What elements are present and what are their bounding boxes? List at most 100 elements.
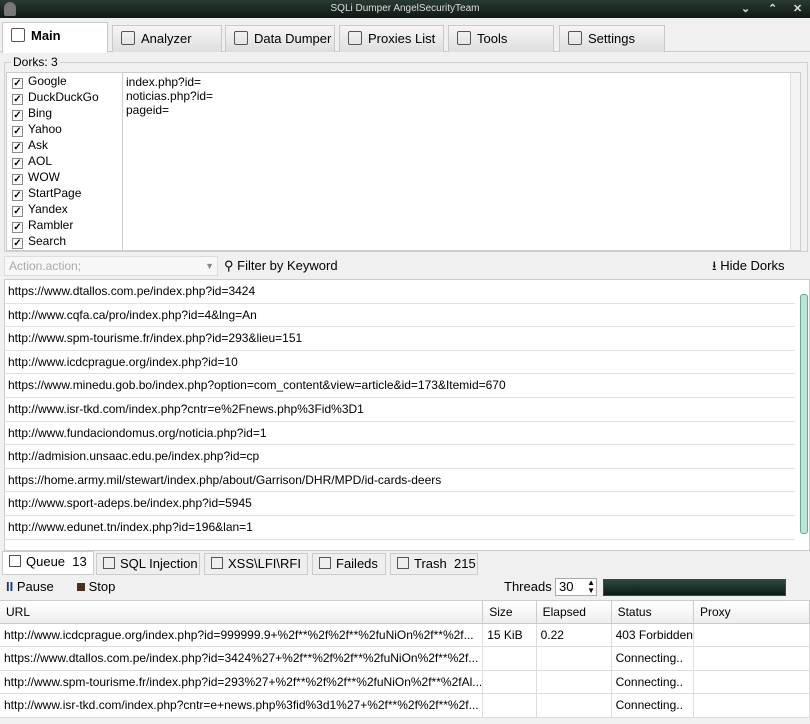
stop-button[interactable]: Stop — [77, 579, 115, 594]
threads-stepper[interactable]: 30 ▲ ▼ — [555, 578, 597, 596]
table-cell — [693, 623, 810, 647]
table-cell — [693, 646, 810, 671]
table-row[interactable]: http://www.icdcprague.org/index.php?id=9… — [0, 623, 810, 647]
tools-icon — [457, 31, 471, 45]
engine-checkbox-startpage[interactable]: ✓ StartPage — [7, 185, 122, 201]
url-list-item[interactable]: http://www.sport-adeps.be/index.php?id=5… — [5, 492, 795, 516]
tab-queue[interactable]: Queue 13 — [2, 551, 94, 575]
checkmark-icon: ✓ — [12, 190, 23, 201]
url-list: https://www.dtallos.com.pe/index.php?id=… — [4, 279, 810, 551]
table-cell: 15 KiB — [482, 623, 537, 647]
hide-dorks-button[interactable]: ⭳ Hide Dorks — [712, 257, 784, 275]
close-icon[interactable]: ✕ — [793, 0, 802, 18]
maximize-icon[interactable]: ⌃ — [768, 0, 777, 18]
table-cell: https://www.dtallos.com.pe/index.php?id=… — [0, 646, 484, 671]
table-cell — [693, 693, 810, 718]
checkmark-icon: ✓ — [12, 238, 23, 249]
threads-label: Threads — [504, 579, 552, 594]
database-icon — [234, 31, 248, 45]
url-list-item[interactable]: https://www.minedu.gob.bo/index.php?opti… — [5, 374, 795, 398]
tab-analyzer[interactable]: Analyzer — [112, 25, 222, 52]
url-list-item[interactable]: http://www.icdcprague.org/index.php?id=1… — [5, 351, 795, 375]
checkmark-icon: ✓ — [12, 94, 23, 105]
tab-settings[interactable]: Settings — [559, 25, 665, 52]
engine-checkbox-search[interactable]: ✓ Search — [7, 233, 122, 249]
table-cell: Connecting.. — [611, 646, 694, 671]
table-cell — [536, 693, 612, 718]
dorks-textarea[interactable]: index.php?id= noticias.php?id= pageid= — [122, 72, 801, 251]
tab-sql-injection[interactable]: SQL Injection — [96, 553, 200, 575]
table-row[interactable]: http://www.spm-tourisme.fr/index.php?id=… — [0, 670, 810, 694]
engine-checkbox-ask[interactable]: ✓ Ask — [7, 137, 122, 153]
table-cell — [693, 670, 810, 694]
tab-main[interactable]: Main — [2, 22, 108, 53]
engine-checkbox-aol[interactable]: ✓ AOL — [7, 153, 122, 169]
filter-icon: ⚲ — [224, 258, 234, 273]
queue-icon — [9, 555, 21, 567]
table-cell — [536, 670, 612, 694]
table-cell — [536, 646, 612, 671]
tab-proxies-list[interactable]: Proxies List — [339, 25, 444, 52]
engine-checkbox-yandex[interactable]: ✓ Yandex — [7, 201, 122, 217]
tab-trash[interactable]: Trash 215 — [390, 553, 478, 575]
dork-line: noticias.php?id= — [126, 89, 214, 103]
tab-tools[interactable]: Tools — [448, 25, 554, 52]
url-list-item[interactable]: http://www.spm-tourisme.fr/index.php?id=… — [5, 327, 795, 351]
tab-faileds[interactable]: Faileds — [312, 553, 386, 575]
column-header[interactable]: Status — [611, 601, 694, 624]
network-icon — [348, 31, 362, 45]
url-toolbar: Action.action; ▼ ⚲ Filter by Keyword ⭳ Hi… — [0, 254, 810, 278]
checkmark-icon: ✓ — [12, 174, 23, 185]
engine-checkbox-wow[interactable]: ✓ WOW — [7, 169, 122, 185]
pause-icon: II — [6, 579, 14, 594]
search-engine-list: ✓ Google ✓ DuckDuckGo ✓ Bing ✓ Yahoo ✓ Ask ✓ AOL ✓ WO… — [6, 72, 123, 251]
app-logo-icon — [4, 2, 16, 16]
engine-checkbox-bing[interactable]: ✓ Bing — [7, 105, 122, 121]
queue-controls: II Pause Stop Threads 30 ▲ ▼ — [0, 576, 810, 598]
url-list-item[interactable]: http://admision.unsaac.edu.pe/index.php?… — [5, 445, 795, 469]
checkmark-icon: ✓ — [12, 222, 23, 233]
checkmark-icon: ✓ — [12, 142, 23, 153]
table-cell: http://www.spm-tourisme.fr/index.php?id=… — [0, 670, 484, 694]
dork-line: pageid= — [126, 103, 170, 117]
column-header[interactable]: Size — [482, 601, 537, 624]
dorks-label: Dorks: 3 — [11, 55, 60, 69]
tab-label: Settings — [588, 31, 635, 46]
engine-checkbox-duckduckgo[interactable]: ✓ DuckDuckGo — [7, 89, 122, 105]
engine-checkbox-google[interactable]: ✓ Google — [7, 73, 122, 89]
column-header[interactable]: URL — [0, 601, 484, 624]
table-cell: Connecting.. — [611, 693, 694, 718]
table-row[interactable]: http://www.isr-tkd.com/index.php?cntr=e+… — [0, 693, 810, 718]
action-combo[interactable]: Action.action; ▼ — [4, 256, 218, 276]
url-list-item[interactable]: http://www.edunet.tn/index.php?id=196&la… — [5, 516, 795, 540]
checkmark-icon: ✓ — [12, 158, 23, 169]
table-row[interactable]: https://www.dtallos.com.pe/index.php?id=… — [0, 646, 810, 671]
minimize-icon[interactable]: ⌄ — [741, 0, 750, 18]
engine-checkbox-rambler[interactable]: ✓ Rambler — [7, 217, 122, 233]
dorks-count: 3 — [51, 55, 58, 69]
tab-label: Data Dumper — [254, 31, 332, 46]
tab-xss-lfi-rfi[interactable]: XSS\LFI\RFI — [204, 553, 308, 575]
pause-button[interactable]: II Pause — [6, 579, 54, 594]
checkmark-icon: ✓ — [12, 110, 23, 121]
tab-label: Tools — [477, 31, 508, 46]
window-title: SQLi Dumper AngelSecurityTeam — [330, 3, 480, 14]
trash-icon — [397, 557, 409, 569]
filter-by-keyword-button[interactable]: ⚲ Filter by Keyword — [224, 257, 338, 275]
url-list-item[interactable]: http://www.isr-tkd.com/index.php?cntr=e%… — [5, 398, 795, 422]
queue-table: URL Size Elapsed Status Proxy http://www.icdc… — [0, 600, 810, 718]
scrollbar[interactable] — [800, 294, 808, 534]
url-list-item[interactable]: https://home.army.mil/stewart/index.php/… — [5, 469, 795, 493]
table-cell: http://www.isr-tkd.com/index.php?cntr=e+… — [0, 693, 484, 718]
engine-checkbox-yahoo[interactable]: ✓ Yahoo — [7, 121, 122, 137]
column-header[interactable]: Proxy — [693, 601, 810, 624]
chevron-down-icon: ▼ — [205, 261, 214, 271]
url-list-item[interactable]: http://www.cqfa.ca/pro/index.php?id=4&ln… — [5, 304, 795, 328]
scrollbar[interactable] — [790, 73, 800, 250]
main-tabs: Main Analyzer Data Dumper Proxies List T… — [0, 22, 810, 53]
url-list-item[interactable]: https://www.dtallos.com.pe/index.php?id=… — [5, 280, 795, 304]
table-cell: http://www.icdcprague.org/index.php?id=9… — [0, 623, 484, 647]
tab-data-dumper[interactable]: Data Dumper — [225, 25, 335, 52]
column-header[interactable]: Elapsed — [536, 601, 612, 624]
url-list-item[interactable]: http://www.fundaciondomus.org/noticia.ph… — [5, 422, 795, 446]
